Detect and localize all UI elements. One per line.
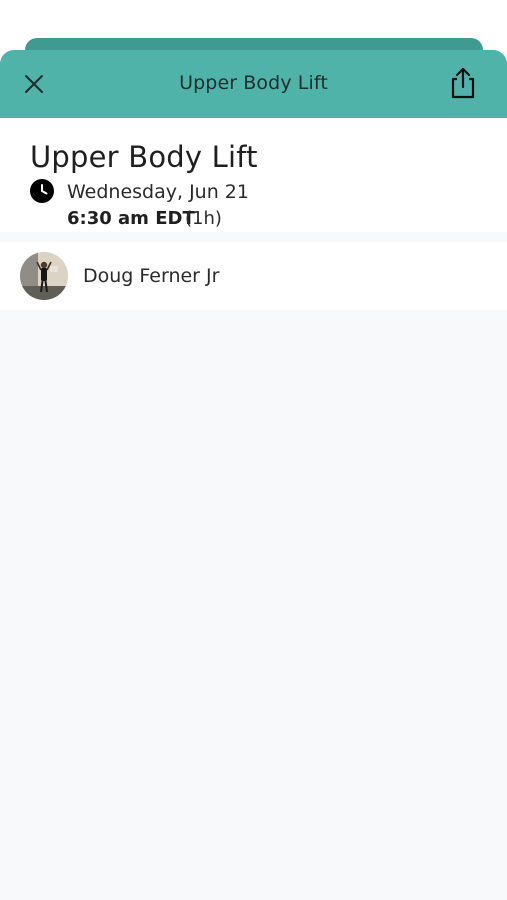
header-title: Upper Body Lift	[179, 72, 328, 94]
avatar	[20, 252, 68, 300]
event-date: Wednesday, Jun 21	[67, 181, 249, 203]
event-duration: (1h)	[185, 208, 222, 229]
instructor-row[interactable]: Doug Ferner Jr	[0, 242, 507, 310]
share-icon	[451, 67, 475, 99]
event-time: 6:30 am EDT	[67, 208, 195, 229]
event-detail-sheet: Upper Body Lift Upper Body Lift Wednesda…	[0, 50, 507, 900]
instructor-photo	[20, 252, 68, 300]
clock-icon	[30, 179, 54, 203]
sheet-header: Upper Body Lift	[0, 50, 507, 118]
event-info-card: Upper Body Lift Wednesday, Jun 21 6:30 a…	[0, 118, 507, 232]
instructor-name: Doug Ferner Jr	[83, 265, 220, 287]
class-title: Upper Body Lift	[30, 140, 258, 174]
share-button[interactable]	[447, 66, 479, 100]
